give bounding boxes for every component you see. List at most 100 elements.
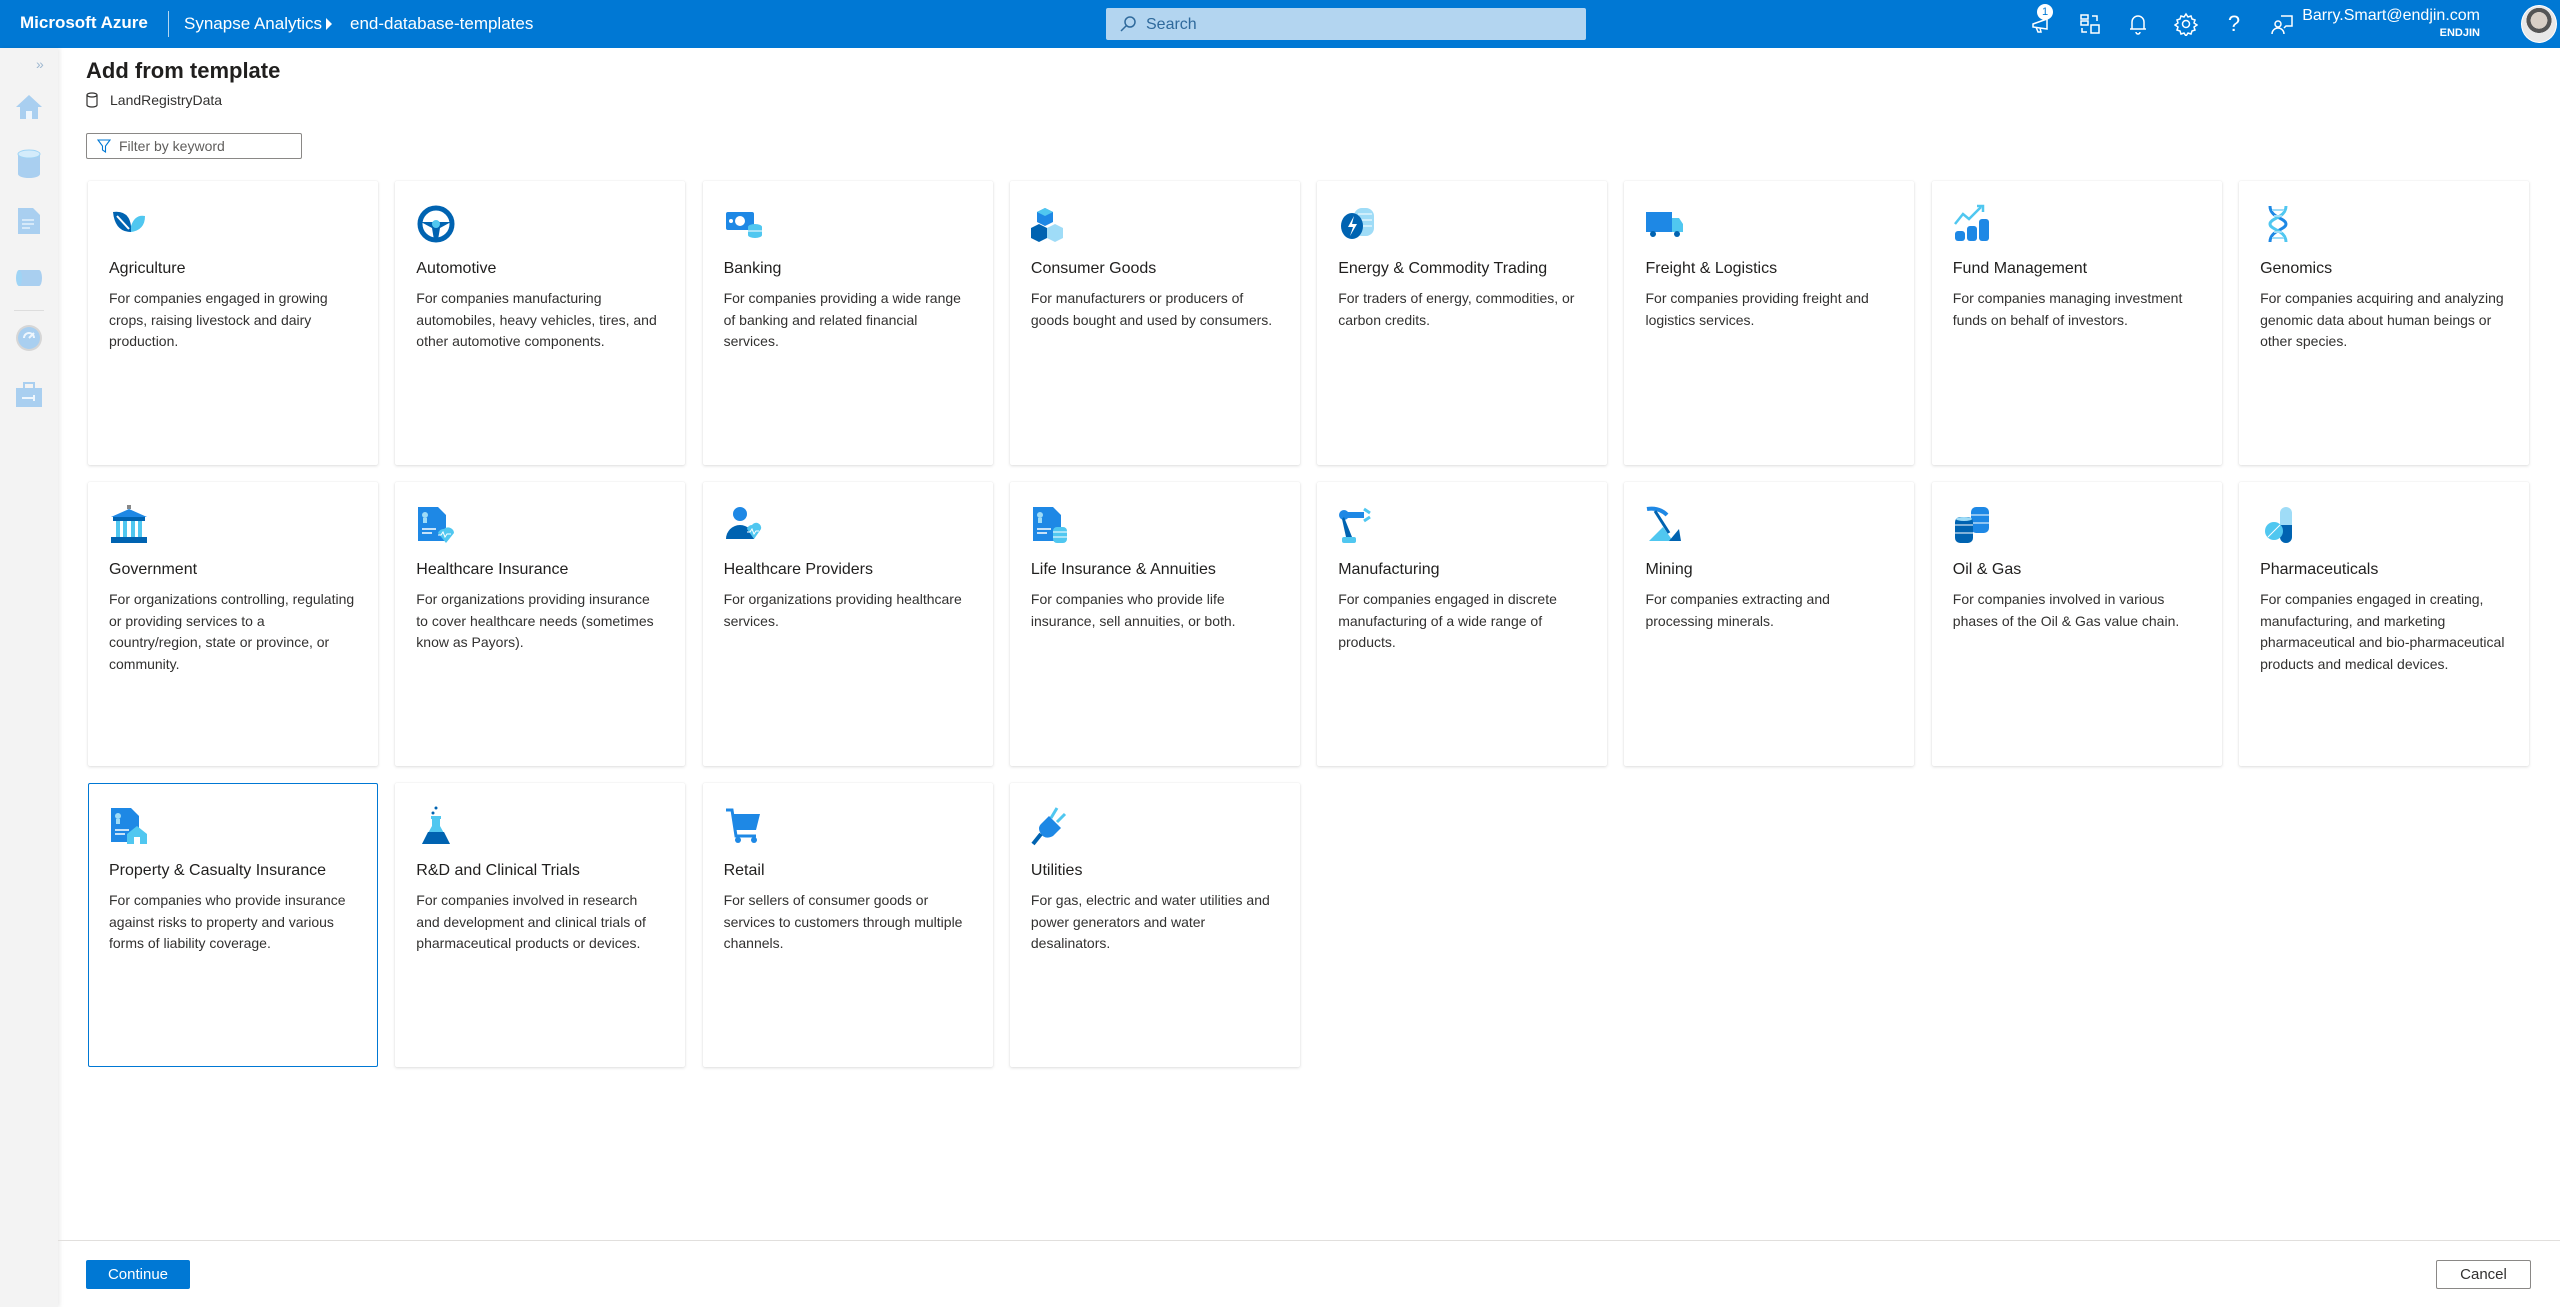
template-card[interactable]: Life Insurance & Annuities For companies… bbox=[1009, 482, 1300, 766]
template-description: For companies providing freight and logi… bbox=[1645, 290, 1869, 328]
home-icon[interactable] bbox=[12, 90, 46, 124]
search-input[interactable]: Search bbox=[1106, 8, 1586, 40]
template-description: For organizations providing insurance to… bbox=[416, 591, 654, 650]
template-description: For companies who provide life insurance… bbox=[1030, 591, 1236, 629]
data-icon[interactable] bbox=[12, 147, 46, 181]
doc-coins-icon bbox=[1031, 505, 1071, 545]
template-description: For companies who provide insurance agai… bbox=[109, 892, 346, 951]
footer-divider bbox=[58, 1240, 2560, 1241]
database-name: LandRegistryData bbox=[110, 92, 223, 108]
doc-house-icon bbox=[109, 806, 149, 846]
coins-chart-icon bbox=[1953, 204, 1993, 244]
template-description: For organizations providing healthcare s… bbox=[723, 591, 962, 629]
template-card[interactable]: Agriculture For companies engaged in gro… bbox=[88, 181, 378, 465]
develop-icon[interactable] bbox=[12, 204, 46, 238]
template-description: For companies managing investment funds … bbox=[1952, 290, 2183, 328]
template-card[interactable]: Freight & Logistics For companies provid… bbox=[1624, 181, 1915, 465]
template-card[interactable]: Healthcare Insurance For organizations p… bbox=[395, 482, 686, 766]
user-org: ENDJIN bbox=[2439, 27, 2480, 39]
template-title: Banking bbox=[723, 260, 782, 277]
continue-button[interactable]: Continue bbox=[86, 1260, 190, 1289]
template-description: For companies providing a wide range of … bbox=[723, 290, 961, 349]
template-card[interactable]: Pharmaceuticals For companies engaged in… bbox=[2239, 482, 2530, 766]
filter-input[interactable]: Filter by keyword bbox=[86, 133, 302, 159]
template-description: For companies involved in research and d… bbox=[416, 892, 646, 951]
top-bar: Microsoft Azure Synapse Analytics end-da… bbox=[0, 0, 2560, 48]
filter-placeholder: Filter by keyword bbox=[119, 138, 225, 154]
breadcrumb-chevron-icon bbox=[326, 18, 332, 30]
manage-icon[interactable] bbox=[12, 378, 46, 412]
sidebar: » bbox=[0, 48, 58, 1307]
gear-icon[interactable] bbox=[2172, 10, 2200, 38]
template-description: For companies manufacturing automobiles,… bbox=[416, 290, 657, 349]
breadcrumb-synapse[interactable]: Synapse Analytics bbox=[184, 14, 322, 34]
main-content: Add from template LandRegistryData Filte… bbox=[58, 48, 2560, 1307]
person-heart-icon bbox=[724, 505, 764, 545]
pill-icon bbox=[2260, 505, 2300, 545]
template-description: For companies engaged in discrete manufa… bbox=[1338, 591, 1557, 650]
expand-sidebar-icon[interactable]: » bbox=[36, 56, 44, 72]
template-description: For companies engaged in creating, manuf… bbox=[2260, 591, 2505, 672]
directory-switch-icon[interactable] bbox=[2076, 10, 2104, 38]
dna-icon bbox=[2260, 204, 2300, 244]
template-title: Pharmaceuticals bbox=[2260, 561, 2379, 578]
template-title: Genomics bbox=[2260, 260, 2333, 277]
template-title: Energy & Commodity Trading bbox=[1338, 260, 1548, 277]
energy-icon bbox=[1338, 204, 1378, 244]
template-grid: Agriculture For companies engaged in gro… bbox=[88, 181, 2530, 1067]
template-description: For gas, electric and water utilities an… bbox=[1030, 892, 1270, 951]
steering-wheel-icon bbox=[416, 204, 456, 244]
template-card[interactable]: R&D and Clinical Trials For companies in… bbox=[395, 783, 686, 1067]
template-card[interactable]: Mining For companies extracting and proc… bbox=[1624, 482, 1915, 766]
user-email[interactable]: Barry.Smart@endjin.com bbox=[2302, 7, 2480, 25]
bell-icon[interactable] bbox=[2124, 10, 2152, 38]
template-title: Mining bbox=[1645, 561, 1693, 578]
money-icon bbox=[724, 204, 764, 244]
template-card[interactable]: Energy & Commodity Trading For traders o… bbox=[1317, 181, 1608, 465]
template-card[interactable]: Banking For companies providing a wide r… bbox=[702, 181, 993, 465]
notification-count-badge: 1 bbox=[2037, 4, 2053, 20]
truck-icon bbox=[1645, 204, 1685, 244]
search-placeholder: Search bbox=[1146, 16, 1197, 33]
template-title: Healthcare Providers bbox=[723, 561, 873, 578]
template-description: For organizations controlling, regulatin… bbox=[109, 591, 355, 672]
template-card[interactable]: Retail For sellers of consumer goods or … bbox=[702, 783, 993, 1067]
template-card[interactable]: Property & Casualty Insurance For compan… bbox=[88, 783, 378, 1067]
template-title: Manufacturing bbox=[1338, 561, 1440, 578]
template-card[interactable]: Consumer Goods For manufacturers or prod… bbox=[1009, 181, 1300, 465]
template-card[interactable]: Genomics For companies acquiring and ana… bbox=[2239, 181, 2530, 465]
template-card[interactable]: Government For organizations controlling… bbox=[88, 482, 378, 766]
avatar[interactable] bbox=[2521, 5, 2557, 43]
database-label: LandRegistryData bbox=[86, 90, 222, 110]
template-title: Retail bbox=[723, 862, 765, 879]
template-description: For traders of energy, commodities, or c… bbox=[1338, 290, 1575, 328]
template-card[interactable]: Oil & Gas For companies involved in vari… bbox=[1931, 482, 2222, 766]
integrate-icon[interactable] bbox=[12, 261, 46, 295]
brand-link[interactable]: Microsoft Azure bbox=[20, 13, 148, 33]
plug-icon bbox=[1031, 806, 1071, 846]
template-card[interactable]: Utilities For gas, electric and water ut… bbox=[1009, 783, 1300, 1067]
template-description: For manufacturers or producers of goods … bbox=[1030, 290, 1273, 328]
breadcrumb-workspace[interactable]: end-database-templates bbox=[350, 14, 533, 34]
doc-heart-icon bbox=[416, 505, 456, 545]
template-card[interactable]: Healthcare Providers For organizations p… bbox=[702, 482, 993, 766]
template-title: Agriculture bbox=[109, 260, 186, 277]
template-title: Consumer Goods bbox=[1030, 260, 1157, 277]
template-title: Healthcare Insurance bbox=[416, 561, 569, 578]
template-title: Freight & Logistics bbox=[1645, 260, 1778, 277]
database-icon bbox=[86, 92, 98, 108]
template-title: R&D and Clinical Trials bbox=[416, 862, 580, 879]
monitor-icon[interactable] bbox=[12, 321, 46, 355]
template-card[interactable]: Fund Management For companies managing i… bbox=[1931, 181, 2222, 465]
template-description: For companies extracting and processing … bbox=[1645, 591, 1830, 629]
feedback-icon[interactable] bbox=[2268, 10, 2296, 38]
cancel-button[interactable]: Cancel bbox=[2436, 1260, 2531, 1289]
page-title: Add from template bbox=[86, 58, 281, 83]
template-title: Fund Management bbox=[1952, 260, 2088, 277]
template-title: Utilities bbox=[1030, 862, 1083, 879]
template-description: For companies engaged in growing crops, … bbox=[109, 290, 328, 349]
template-card[interactable]: Manufacturing For companies engaged in d… bbox=[1317, 482, 1608, 766]
help-icon[interactable]: ? bbox=[2220, 10, 2248, 38]
flask-icon bbox=[416, 806, 456, 846]
template-card[interactable]: Automotive For companies manufacturing a… bbox=[395, 181, 686, 465]
